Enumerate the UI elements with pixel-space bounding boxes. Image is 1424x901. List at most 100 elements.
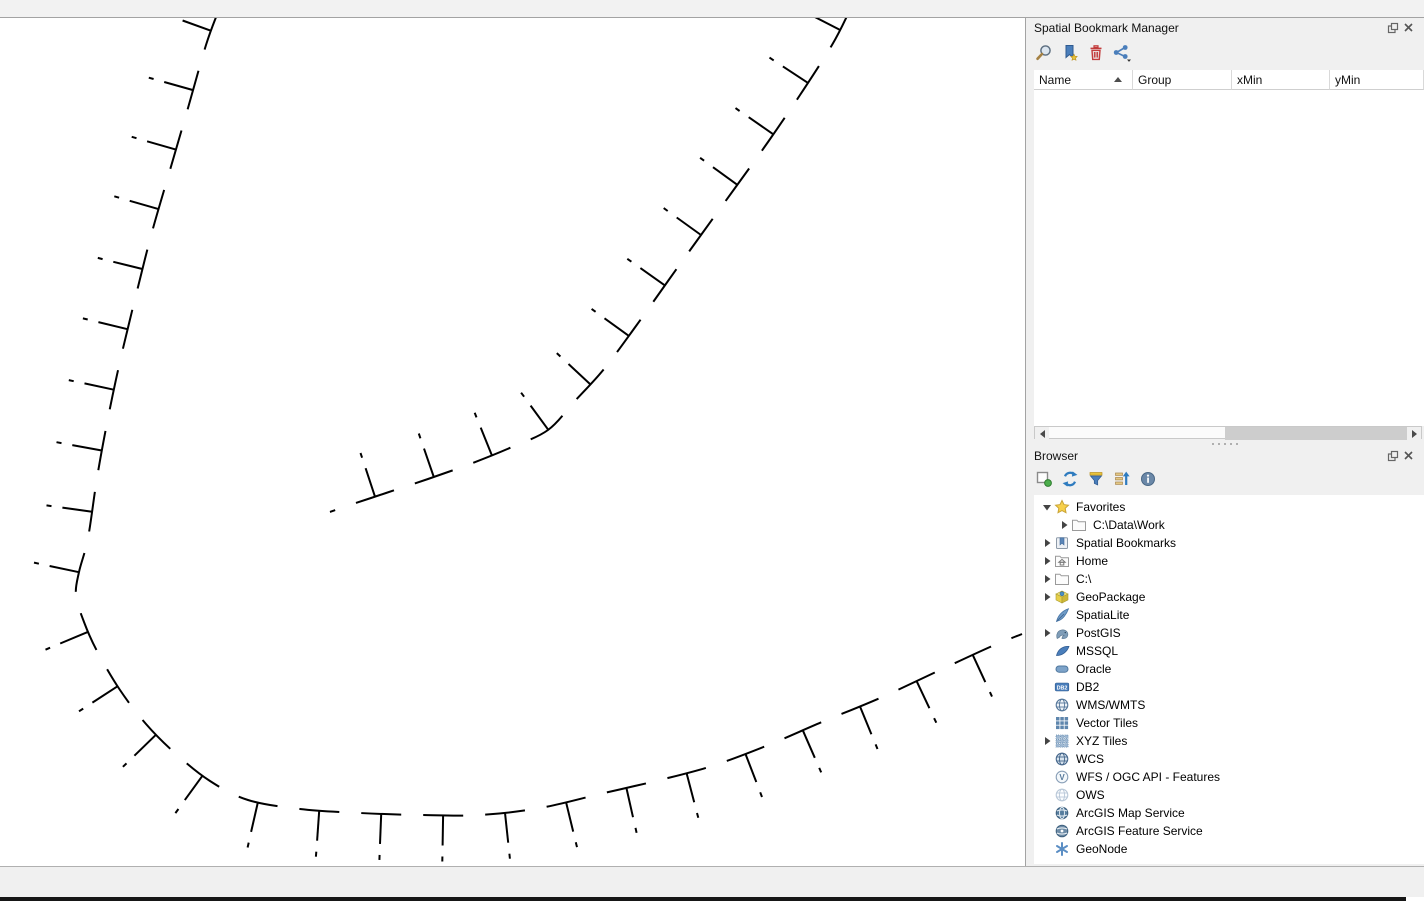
share-bookmarks-button[interactable]: [1112, 43, 1132, 63]
cliff-dot: [57, 442, 62, 443]
cliff-tick: [677, 218, 701, 236]
browser-item-db2[interactable]: DB2DB2: [1034, 678, 1424, 696]
expander-spacer: [1040, 824, 1054, 838]
arcgis-map-icon: [1054, 805, 1070, 821]
cliff-dot: [770, 58, 774, 61]
close-panel-button[interactable]: [1402, 449, 1415, 462]
panel-splitter[interactable]: [1026, 440, 1424, 447]
cliff-line-inner: [330, 18, 849, 512]
cliff-tick: [973, 655, 986, 682]
column-header-group[interactable]: Group: [1133, 70, 1232, 90]
column-header-ymin[interactable]: yMin: [1330, 70, 1424, 90]
window-bottom-notch: [1406, 897, 1424, 901]
cliff-tick: [113, 262, 142, 269]
cliff-tick: [566, 802, 573, 831]
browser-item-arcgis-feature-service[interactable]: ArcGIS Feature Service: [1034, 822, 1424, 840]
tree-expander[interactable]: [1040, 590, 1054, 604]
column-header-name[interactable]: Name: [1034, 70, 1133, 90]
vector-tiles-icon: [1054, 715, 1070, 731]
cliff-tick: [380, 814, 381, 844]
browser-item-spatialite[interactable]: SpatiaLite: [1034, 606, 1424, 624]
cliff-dot: [248, 843, 249, 848]
cliff-tick: [814, 18, 841, 30]
collapse-all-button[interactable]: [1112, 469, 1132, 489]
tree-expander[interactable]: [1040, 554, 1054, 568]
float-panel-button[interactable]: [1386, 21, 1399, 34]
browser-item-home[interactable]: Home: [1034, 552, 1424, 570]
scrollbar-thumb[interactable]: [1225, 427, 1408, 440]
star-icon: [1054, 499, 1070, 515]
cliff-dot: [557, 353, 561, 356]
tree-item-label: WCS: [1076, 752, 1104, 766]
mssql-icon: [1054, 643, 1070, 659]
add-bookmark-button[interactable]: [1060, 43, 1080, 63]
tree-item-label: GeoPackage: [1076, 590, 1145, 604]
browser-item-vector-tiles[interactable]: Vector Tiles: [1034, 714, 1424, 732]
tree-expander[interactable]: [1040, 734, 1054, 748]
browser-item-arcgis-map-service[interactable]: ArcGIS Map Service: [1034, 804, 1424, 822]
properties-button[interactable]: [1138, 469, 1158, 489]
cliff-tick: [85, 383, 114, 389]
refresh-button[interactable]: [1060, 469, 1080, 489]
delete-bookmark-button[interactable]: [1086, 43, 1106, 63]
cliff-tick: [505, 813, 508, 843]
tree-expander[interactable]: [1040, 626, 1054, 640]
bookmark-table-body[interactable]: [1034, 90, 1424, 426]
browser-item-c[interactable]: C:\: [1034, 570, 1424, 588]
tree-item-label: Vector Tiles: [1076, 716, 1138, 730]
browser-item-ows[interactable]: OWS: [1034, 786, 1424, 804]
bookmark-hscrollbar[interactable]: [1034, 426, 1422, 439]
share-icon: [1112, 44, 1132, 62]
map-canvas[interactable]: [0, 18, 1026, 866]
cliff-tick: [803, 730, 815, 758]
browser-item-mssql[interactable]: MSSQL: [1034, 642, 1424, 660]
add-selected-layers-button[interactable]: [1034, 469, 1054, 489]
zoom-to-bookmark-button[interactable]: [1034, 43, 1054, 63]
browser-item-wms-wmts[interactable]: WMS/WMTS: [1034, 696, 1424, 714]
geopackage-icon: [1054, 589, 1070, 605]
svg-text:DB2: DB2: [1057, 685, 1068, 691]
cliff-tick: [72, 445, 102, 450]
tree-expander[interactable]: [1040, 536, 1054, 550]
cliff-tick: [687, 773, 695, 802]
cliff-tick: [251, 803, 258, 832]
browser-panel-toolbar: [1034, 469, 1416, 493]
cliff-tick: [749, 117, 774, 134]
cliff-dot: [79, 709, 83, 712]
browser-item-wfs-ogc-api-features[interactable]: VWFS / OGC API - Features: [1034, 768, 1424, 786]
cliff-dot: [592, 309, 596, 312]
browser-item-oracle[interactable]: Oracle: [1034, 660, 1424, 678]
cliff-tick: [626, 788, 633, 817]
expander-spacer: [1040, 644, 1054, 658]
tree-expander[interactable]: [1040, 500, 1054, 514]
tree-expander[interactable]: [1057, 518, 1071, 532]
column-header-xmin[interactable]: xMin: [1232, 70, 1330, 90]
tree-item-label: SpatiaLite: [1076, 608, 1129, 622]
browser-item-favorites[interactable]: Favorites: [1034, 498, 1424, 516]
expander-collapsed-icon: [1042, 736, 1052, 746]
oracle-icon: [1054, 661, 1070, 677]
browser-item-postgis[interactable]: PostGIS: [1034, 624, 1424, 642]
tree-item-label: XYZ Tiles: [1076, 734, 1127, 748]
browser-item-geopackage[interactable]: GeoPackage: [1034, 588, 1424, 606]
scroll-left-button[interactable]: [1035, 427, 1049, 440]
close-panel-button[interactable]: [1402, 21, 1415, 34]
cliff-tick: [569, 364, 591, 385]
add-layer-icon: [1035, 470, 1053, 488]
browser-item-wcs[interactable]: WCS: [1034, 750, 1424, 768]
scroll-right-button[interactable]: [1407, 427, 1421, 440]
browser-item-geonode[interactable]: GeoNode: [1034, 840, 1424, 858]
browser-item-xyz-tiles[interactable]: XYZ Tiles: [1034, 732, 1424, 750]
wcs-icon: [1054, 751, 1070, 767]
float-panel-button[interactable]: [1386, 449, 1399, 462]
bookmark-add-icon: [1061, 44, 1079, 62]
tree-expander[interactable]: [1040, 572, 1054, 586]
filter-browser-button[interactable]: [1086, 469, 1106, 489]
collapse-all-icon: [1113, 470, 1131, 488]
expander-expanded-icon: [1042, 502, 1052, 512]
cliff-dot: [419, 434, 421, 439]
browser-item-c-data-work[interactable]: C:\Data\Work: [1034, 516, 1424, 534]
browser-item-spatial-bookmarks[interactable]: Spatial Bookmarks: [1034, 534, 1424, 552]
bookmark-panel-title: Spatial Bookmark Manager: [1034, 21, 1179, 35]
cliff-tick: [783, 66, 808, 83]
